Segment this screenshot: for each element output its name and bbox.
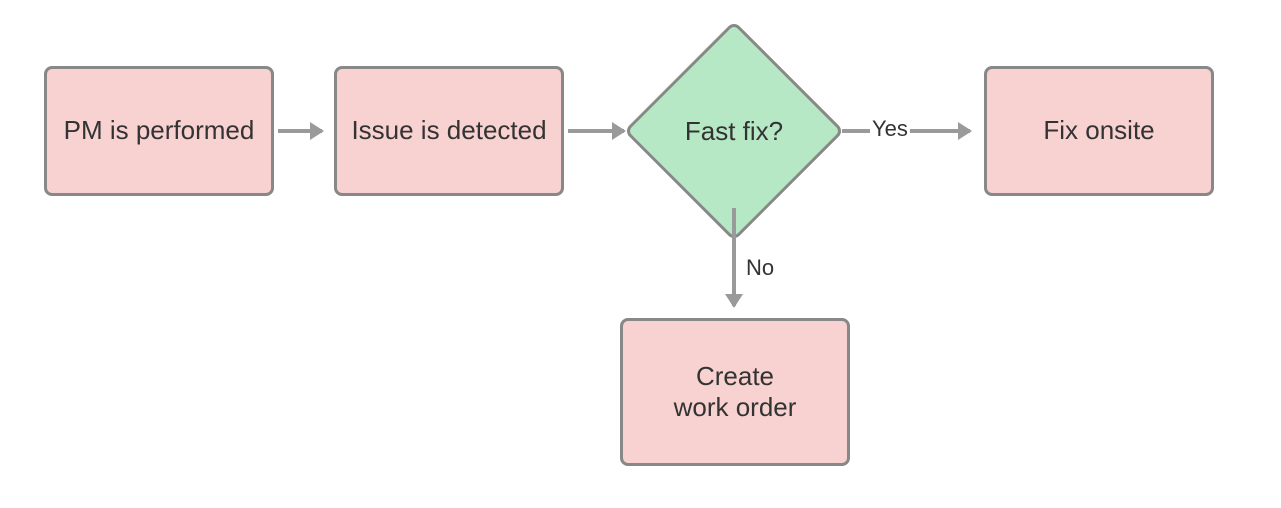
arrowhead-down-icon xyxy=(725,294,743,308)
node-pm-performed: PM is performed xyxy=(44,66,274,196)
arrow-pm-to-issue xyxy=(278,129,322,133)
edge-label-yes: Yes xyxy=(870,116,910,142)
arrow-decision-to-workorder xyxy=(732,208,736,306)
node-fix-onsite: Fix onsite xyxy=(984,66,1214,196)
node-label: Issue is detected xyxy=(351,115,546,146)
node-decision-fast-fix: Fast fix? xyxy=(624,56,844,206)
node-create-work-order: Create work order xyxy=(620,318,850,466)
node-label-line1: Create xyxy=(696,361,774,392)
arrowhead-right-icon xyxy=(958,122,972,140)
arrowhead-right-icon xyxy=(310,122,324,140)
node-label: PM is performed xyxy=(64,115,255,146)
node-label-line2: work order xyxy=(674,392,797,423)
node-label: Fix onsite xyxy=(1043,115,1154,146)
flowchart-canvas: PM is performed Issue is detected Fast f… xyxy=(0,0,1281,508)
edge-label-no: No xyxy=(744,255,776,281)
arrow-issue-to-decision xyxy=(568,129,624,133)
node-issue-detected: Issue is detected xyxy=(334,66,564,196)
